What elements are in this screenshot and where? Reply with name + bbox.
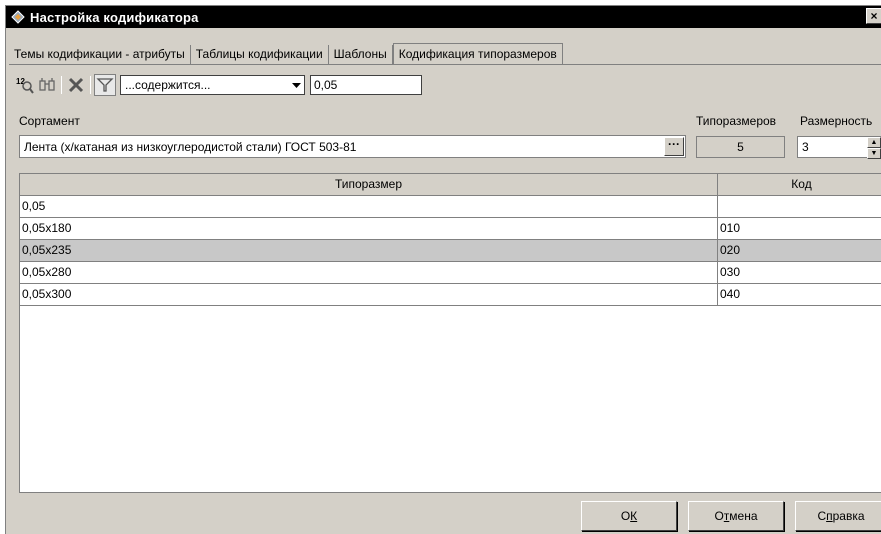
cancel-button[interactable]: Отмена [688, 501, 784, 531]
cell-size[interactable]: 0,05х235 [20, 240, 718, 261]
cell-size[interactable]: 0,05х180 [20, 218, 718, 239]
table-row[interactable]: 0,05х300 040 [20, 284, 881, 306]
window-title: Настройка кодификатора [30, 9, 199, 25]
ok-label-start: О [620, 509, 631, 523]
sizes-table: Типоразмер Код 0,05 0,05х180 010 0,05х23… [19, 173, 881, 493]
numbering-icon[interactable]: 12 [14, 74, 36, 96]
cell-size[interactable]: 0,05х300 [20, 284, 718, 305]
settings-dialog: Настройка кодификатора × Темы кодификаци… [5, 5, 881, 534]
spin-up-icon[interactable]: ▲ [867, 137, 881, 148]
spin-buttons[interactable]: ▲ ▼ [867, 137, 881, 159]
column-header-size[interactable]: Типоразмер [20, 174, 718, 195]
cell-code[interactable]: 010 [718, 218, 881, 239]
tab-bar: Темы кодификации - атрибуты Таблицы коди… [9, 43, 563, 65]
table-row-selected[interactable]: 0,05х235 020 [20, 240, 881, 262]
toolbar-separator [90, 76, 91, 94]
cell-code[interactable]: 030 [718, 262, 881, 283]
toolbar-separator [61, 76, 62, 94]
tab-size-coding[interactable]: Кодификация типоразмеров [392, 43, 563, 65]
column-header-code[interactable]: Код [718, 174, 881, 195]
sizes-count-value: 5 [696, 136, 785, 158]
toolbar: 12 ...содержится... 0,05 [14, 72, 422, 98]
table-header: Типоразмер Код [20, 174, 881, 196]
ok-button[interactable]: ОК [581, 501, 677, 531]
assortment-field[interactable]: Лента (х/катаная из низкоуглеродистой ст… [19, 135, 686, 158]
binoculars-icon[interactable] [36, 74, 58, 96]
tab-divider [9, 64, 881, 65]
spin-down-icon[interactable]: ▼ [867, 148, 881, 159]
cell-size[interactable]: 0,05 [20, 196, 718, 217]
assortment-value: Лента (х/катаная из низкоуглеродистой ст… [24, 139, 357, 154]
cell-code[interactable]: 040 [718, 284, 881, 305]
app-icon [10, 9, 26, 25]
help-label-end: равка [832, 509, 865, 523]
delete-icon[interactable] [65, 74, 87, 96]
ok-mnemonic: К [630, 509, 638, 523]
filter-value-input[interactable]: 0,05 [310, 75, 422, 95]
help-button[interactable]: Справка [795, 501, 881, 531]
cell-code[interactable] [718, 196, 881, 217]
dimension-label: Размерность [800, 114, 873, 128]
cell-code[interactable]: 020 [718, 240, 881, 261]
cancel-label-start: О [714, 509, 724, 523]
table-row[interactable]: 0,05х280 030 [20, 262, 881, 284]
condition-dropdown[interactable]: ...содержится... [120, 75, 305, 95]
table-row[interactable]: 0,05 [20, 196, 881, 218]
help-label-start: С [817, 509, 827, 523]
tab-templates[interactable]: Шаблоны [329, 45, 393, 64]
cancel-label-end: мена [729, 509, 758, 523]
tab-themes-attributes[interactable]: Темы кодификации - атрибуты [9, 45, 191, 64]
tab-coding-tables[interactable]: Таблицы кодификации [191, 45, 329, 64]
chevron-down-icon[interactable] [288, 76, 304, 94]
sizes-count-label: Типоразмеров [696, 114, 777, 128]
title-bar[interactable]: Настройка кодификатора × [6, 6, 881, 28]
filter-icon[interactable] [94, 74, 116, 96]
assortment-label: Сортамент [19, 114, 80, 128]
browse-button[interactable]: ··· [664, 137, 684, 156]
dimension-spinner[interactable]: 3 ▲ ▼ [797, 136, 881, 159]
condition-value: ...содержится... [125, 78, 211, 92]
close-button[interactable]: × [866, 8, 881, 24]
cell-size[interactable]: 0,05х280 [20, 262, 718, 283]
table-row[interactable]: 0,05х180 010 [20, 218, 881, 240]
dimension-value[interactable]: 3 [798, 140, 867, 154]
